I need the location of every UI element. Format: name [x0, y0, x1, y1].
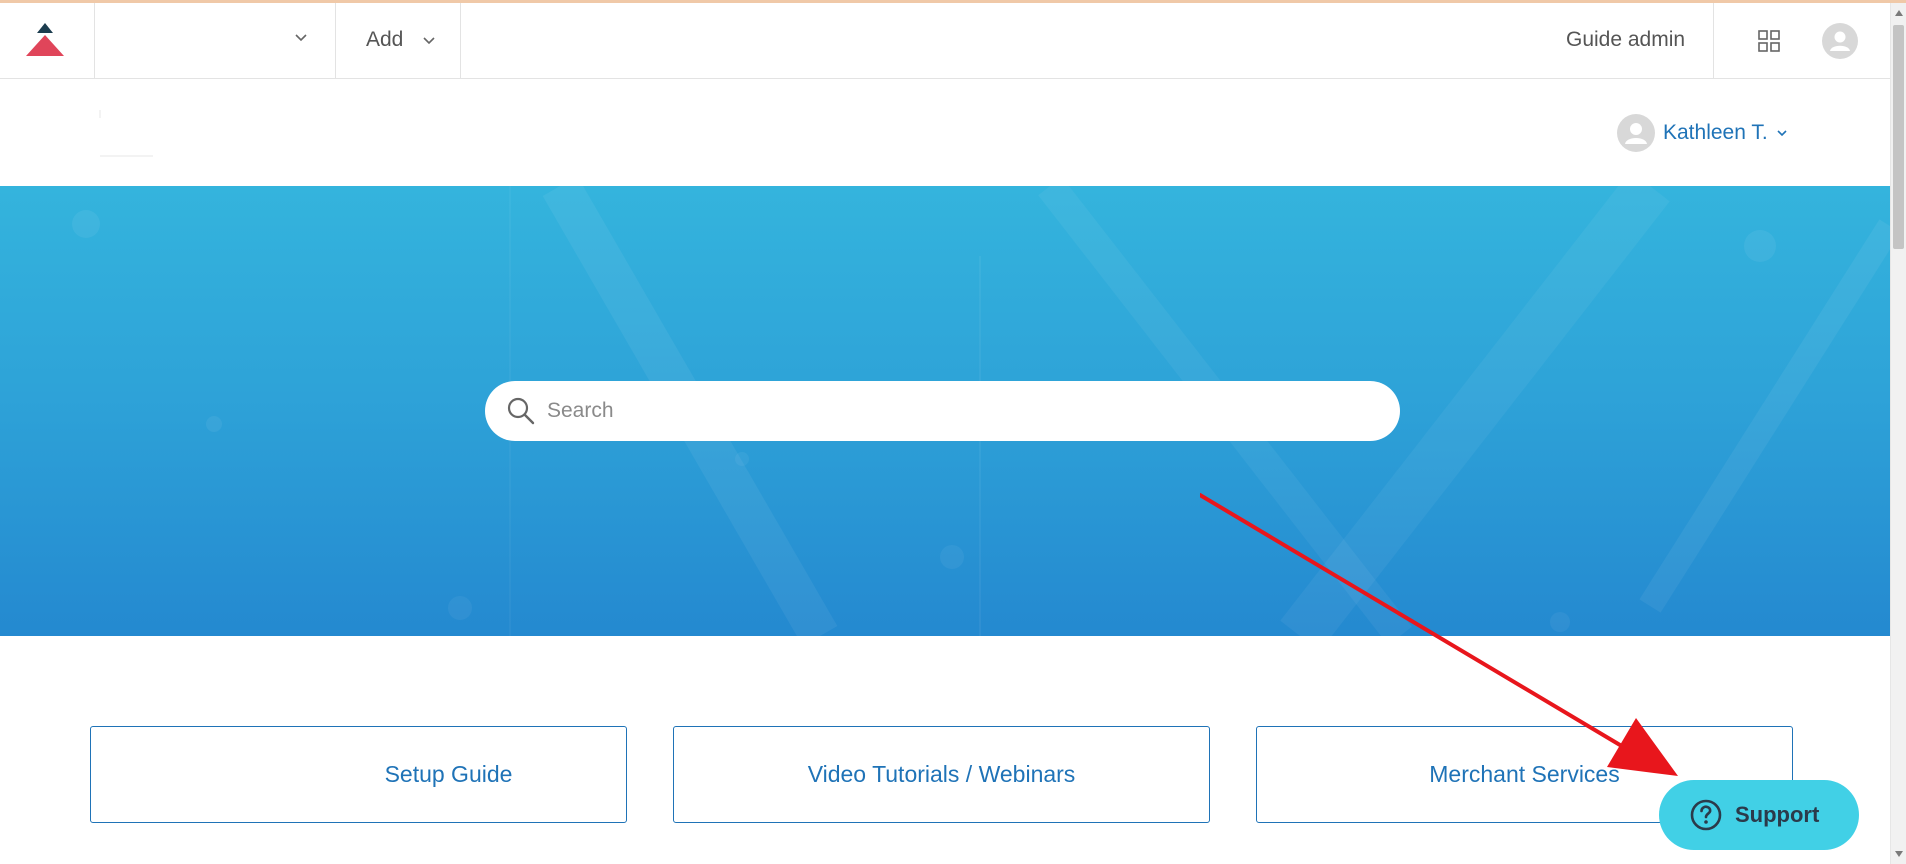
admin-user-menu-button[interactable] [1822, 23, 1858, 59]
chevron-down-icon [295, 34, 307, 42]
guide-admin-label: Guide admin [1566, 28, 1686, 51]
category-label: Video Tutorials / Webinars [807, 761, 1076, 787]
scroll-up-arrow-icon[interactable] [1894, 8, 1904, 18]
user-avatar-icon [1822, 23, 1858, 59]
category-card-video-tutorials[interactable]: Video Tutorials / Webinars [673, 726, 1210, 823]
support-widget-button[interactable]: Support [1659, 780, 1859, 850]
logo-home-link[interactable] [0, 3, 95, 78]
admin-topbar: Add Guide admin [0, 3, 1890, 79]
search-input[interactable] [545, 389, 1365, 433]
help-center-logo[interactable] [95, 108, 155, 160]
user-name: Kathleen T. [1663, 121, 1768, 144]
apps-grid-button[interactable] [1755, 27, 1783, 55]
grid-apps-icon [1758, 30, 1780, 52]
user-avatar-icon [1617, 114, 1655, 152]
question-circle-icon [1690, 799, 1722, 831]
add-menu-label: Add [366, 28, 404, 51]
page-scrollbar[interactable] [1890, 3, 1906, 864]
category-label: Setup Guide [384, 761, 513, 787]
category-card-setup-guide[interactable]: Setup Guide [90, 726, 627, 823]
annotation-arrow [1200, 493, 1678, 776]
search-bar[interactable] [485, 381, 1400, 441]
scroll-down-arrow-icon[interactable] [1894, 849, 1904, 859]
brand-selector-dropdown[interactable] [95, 3, 336, 78]
chevron-down-icon [423, 37, 435, 45]
scrollbar-thumb[interactable] [1893, 25, 1904, 249]
add-menu-button[interactable]: Add [336, 3, 461, 78]
user-profile-menu[interactable]: Kathleen T. [1617, 113, 1788, 153]
chevron-down-icon [1777, 130, 1787, 137]
triangle-logo-icon [26, 23, 64, 56]
support-label: Support [1735, 802, 1820, 827]
search-icon [507, 397, 535, 425]
guide-admin-link[interactable]: Guide admin [1550, 3, 1714, 78]
